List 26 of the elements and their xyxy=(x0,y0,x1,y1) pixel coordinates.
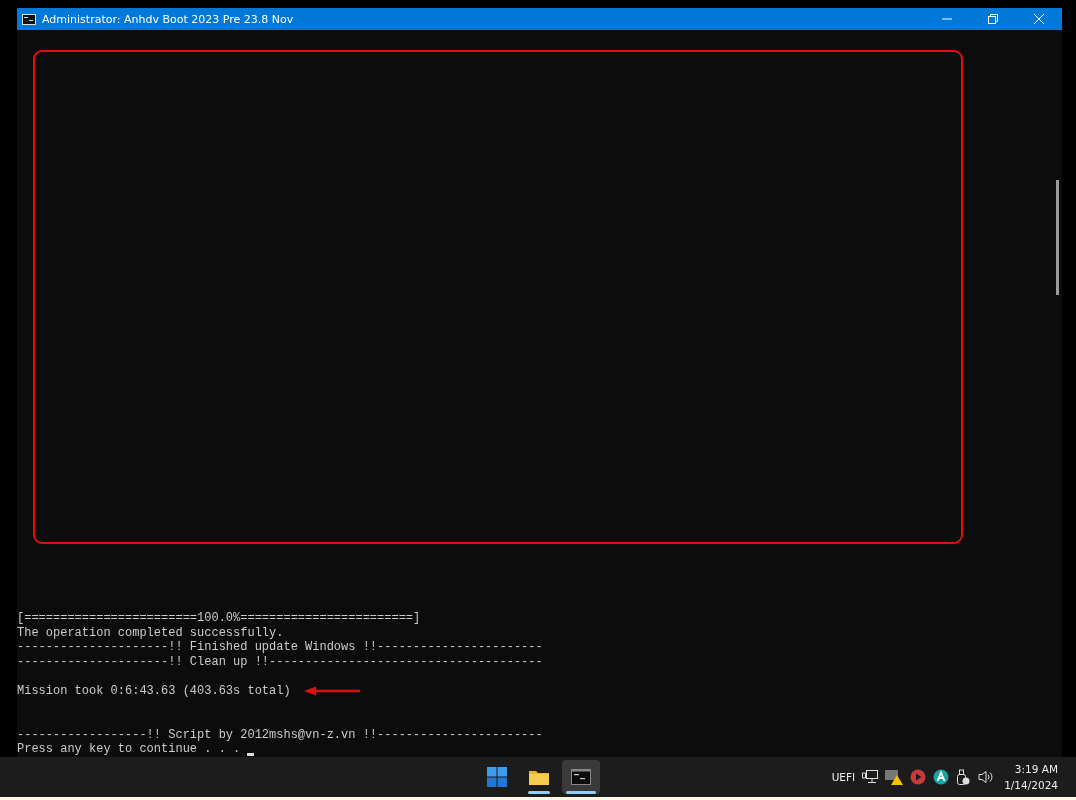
console-line: [========================100.0%========================] xyxy=(17,611,421,626)
network-icon[interactable] xyxy=(862,770,879,784)
windows-icon xyxy=(487,767,507,787)
console-line: ------------------!! Script by 2012mshs@vn-z.vn !!----------------------- xyxy=(17,727,543,743)
tray-label: UEFI xyxy=(831,771,856,783)
terminal-icon xyxy=(571,769,591,785)
console-line: ---------------------!! Clean up !!-------------------------------------- xyxy=(17,654,543,670)
speaker-icon[interactable] xyxy=(977,769,996,785)
terminal-icon xyxy=(22,13,36,25)
console-line: ---------------------!! Finished update Windows !!----------------------- xyxy=(17,640,543,655)
scrollbar-thumb[interactable] xyxy=(1056,180,1059,295)
warning-app-icon[interactable] xyxy=(885,769,904,785)
arrow-icon xyxy=(303,686,360,697)
text-cursor xyxy=(247,752,255,756)
usb-drive-icon[interactable] xyxy=(956,769,971,785)
taskbar-app[interactable] xyxy=(562,760,600,794)
console-line: The operation completed successfully. xyxy=(17,625,284,641)
console-line: Mission took 0:6:43.63 (403.63s total) xyxy=(17,683,291,699)
console-line: Press any key to continue . . . xyxy=(17,742,242,757)
folder-icon xyxy=(529,769,549,785)
play-icon[interactable] xyxy=(910,769,927,785)
close-icon xyxy=(1033,13,1045,25)
window-title: Administrator: Anhdv Boot 2023 Pre 23.8 Nov xyxy=(42,12,294,26)
letter-a-icon[interactable] xyxy=(933,769,950,785)
clock[interactable]: 3:19 AM 1/14/2024 xyxy=(1002,761,1060,793)
restore-icon xyxy=(987,13,999,25)
